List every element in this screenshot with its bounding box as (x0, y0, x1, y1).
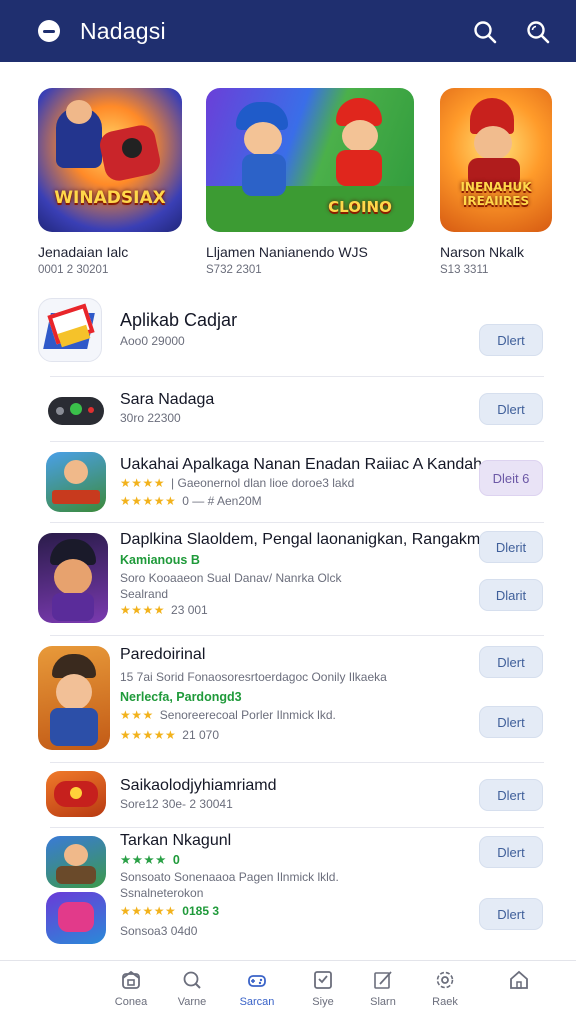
list-item[interactable]: Daplkina Slaoldem, Pengal laonanigkan, R… (0, 523, 576, 635)
home-icon (510, 970, 528, 989)
get-button[interactable]: Dlarit (479, 579, 543, 611)
rating-stars: ★★★ (120, 708, 154, 722)
rating-stars: ★★★★ (120, 603, 166, 617)
featured-name: Lljamen Nanianendo WJS (206, 244, 368, 260)
app-description: Sealrand (120, 587, 169, 601)
settings-icon (436, 971, 454, 989)
nav-label: Sarcan (239, 996, 275, 1008)
nav-item-raek[interactable]: Raek (420, 969, 470, 1008)
get-button[interactable]: Dleit 6 (479, 460, 543, 496)
pen-icon (374, 971, 392, 989)
inbox-check-icon (314, 971, 332, 989)
nav-item-slarn[interactable]: Slarn (358, 969, 408, 1008)
gamepad-icon (46, 387, 106, 431)
list-item[interactable]: Tarkan Nkagunl ★★★★ 0 Sonsoato Sonenaaoa … (0, 828, 576, 952)
app-rating: ★★★★★ 21 070 (120, 728, 219, 742)
rating-stars: ★★★★ (120, 853, 167, 867)
app-icon (46, 892, 106, 944)
featured-artwork: CLOINO (206, 88, 414, 232)
app-badge: Kamianous B (120, 553, 200, 567)
featured-art-text: INENAHUK IREAIIRES (460, 180, 532, 208)
nav-item-sarcan[interactable]: Sarcan (232, 969, 282, 1008)
app-icon (38, 533, 108, 623)
app-title: Saikaolodjyhiamriamd (120, 777, 277, 794)
app-title: Nadagsi (80, 18, 166, 44)
nav-item-conea[interactable]: Conea (106, 969, 156, 1008)
list-item[interactable]: Saikaolodjyhiamriamd Sore12 30e- 2 30041… (0, 763, 576, 827)
featured-art-text: CLOINO (328, 198, 392, 216)
app-description: ★★★★ | Gaeonernol dlan lioe doroe3 lakd (120, 476, 355, 490)
featured-carousel: WINADSIAX Jenadaian Ialc 0001 2 30201 CL… (0, 88, 576, 288)
app-icon (38, 646, 110, 750)
featured-subtitle: S13 3311 (440, 264, 489, 276)
app-title: Daplkina Slaoldem, Pengal laonanigkan, R… (120, 531, 507, 548)
app-title: Aplikab Cadjar (120, 310, 238, 330)
app-title: Uakahai Apalkaga Nanan Enadan Raiiac A K… (120, 456, 487, 473)
app-meta: Sonsoa3 04d0 (120, 924, 198, 938)
app-icon (46, 771, 106, 817)
app-meta: 30ro 22300 (120, 411, 181, 425)
get-button[interactable]: Dlert (479, 779, 543, 811)
list-item[interactable]: Paredoirinal 15 7ai Sorid Fonaosoresrtoe… (0, 636, 576, 762)
get-button[interactable]: Dlert (479, 836, 543, 868)
app-rating: ★★★★★ 0185 3 (120, 904, 219, 918)
search-icon (183, 971, 201, 989)
gamepad-icon (248, 975, 266, 987)
app-badge: ★★★★ 0 (120, 853, 180, 867)
nav-label: Conea (114, 996, 148, 1008)
nav-label: Slarn (370, 996, 396, 1008)
get-button[interactable]: Dlert (479, 324, 543, 356)
featured-name: Jenadaian Ialc (38, 244, 129, 260)
featured-card[interactable]: WINADSIAX Jenadaian Ialc 0001 2 30201 (38, 88, 182, 276)
rating-stars: ★★★★ (120, 476, 166, 490)
featured-subtitle: 0001 2 30201 (38, 264, 109, 276)
app-description: ★★★ Senoreerecoal Porler Ilnmick lkd. (120, 708, 336, 722)
app-description: Sonsoato Sonenaaoa Pagen Ilnmick lkld. (120, 870, 339, 884)
list-item[interactable]: Aplikab Cadjar Aoo0 29000 Dlert (0, 292, 576, 376)
app-icon (46, 452, 106, 512)
app-icon (38, 298, 102, 362)
get-button[interactable]: Dlert (479, 898, 543, 930)
app-rating: ★★★★ 23 001 (120, 603, 208, 617)
get-button[interactable]: Dlerit (479, 531, 543, 563)
get-button[interactable]: Dlert (479, 393, 543, 425)
app-icon (46, 836, 106, 888)
app-meta: Sore12 30e- 2 30041 (120, 797, 233, 811)
menu-icon[interactable] (38, 20, 60, 42)
app-title: Paredoirinal (120, 646, 206, 663)
app-title: Tarkan Nkagunl (120, 832, 232, 849)
featured-card[interactable]: CLOINO Lljamen Nanianendo WJS S732 2301 (206, 88, 414, 276)
search-alt-icon[interactable] (525, 19, 551, 45)
app-meta: Aoo0 29000 (120, 334, 185, 348)
app-title: Sara Nadaga (120, 391, 215, 408)
nav-item-home[interactable] (494, 969, 544, 996)
nav-label: Varne (177, 996, 207, 1008)
app-badge: Nerlecfa, Pardongd3 (120, 690, 242, 704)
search-icon[interactable] (472, 19, 498, 45)
featured-artwork: INENAHUK IREAIIRES (440, 88, 552, 232)
featured-subtitle: S732 2301 (206, 264, 262, 276)
featured-name: Narson Nkalk (440, 244, 525, 260)
nav-item-varne[interactable]: Varne (167, 969, 217, 1008)
list-item[interactable]: Sara Nadaga 30ro 22300 Dlert (0, 377, 576, 441)
bottom-navigation: Conea Varne Sarcan Siye Slarn Raek (0, 960, 576, 1024)
rating-stars: ★★★★★ (120, 904, 177, 918)
top-app-bar: Nadagsi (0, 0, 576, 62)
app-description: Soro Kooaaeon Sual Danav/ Nanrka Olck (120, 571, 342, 585)
list-item[interactable]: Uakahai Apalkaga Nanan Enadan Raiiac A K… (0, 442, 576, 522)
get-button[interactable]: Dlert (479, 706, 543, 738)
nav-label: Siye (312, 996, 334, 1008)
featured-art-text: WINADSIAX (54, 188, 166, 208)
nav-item-siye[interactable]: Siye (298, 969, 348, 1008)
get-button[interactable]: Dlert (479, 646, 543, 678)
app-description: Ssnalneterokon (120, 886, 204, 900)
rating-stars: ★★★★★ (120, 728, 177, 742)
featured-artwork: WINADSIAX (38, 88, 182, 232)
app-description: 15 7ai Sorid Fonaosoresrtoerdagoc Oonily… (120, 670, 387, 684)
featured-card[interactable]: INENAHUK IREAIIRES Narson Nkalk S13 3311 (440, 88, 552, 276)
home-box-icon (122, 970, 140, 989)
app-rating: ★★★★★ 0 — # Aen20M (120, 494, 262, 508)
rating-stars: ★★★★★ (120, 494, 177, 508)
nav-label: Raek (432, 996, 458, 1008)
